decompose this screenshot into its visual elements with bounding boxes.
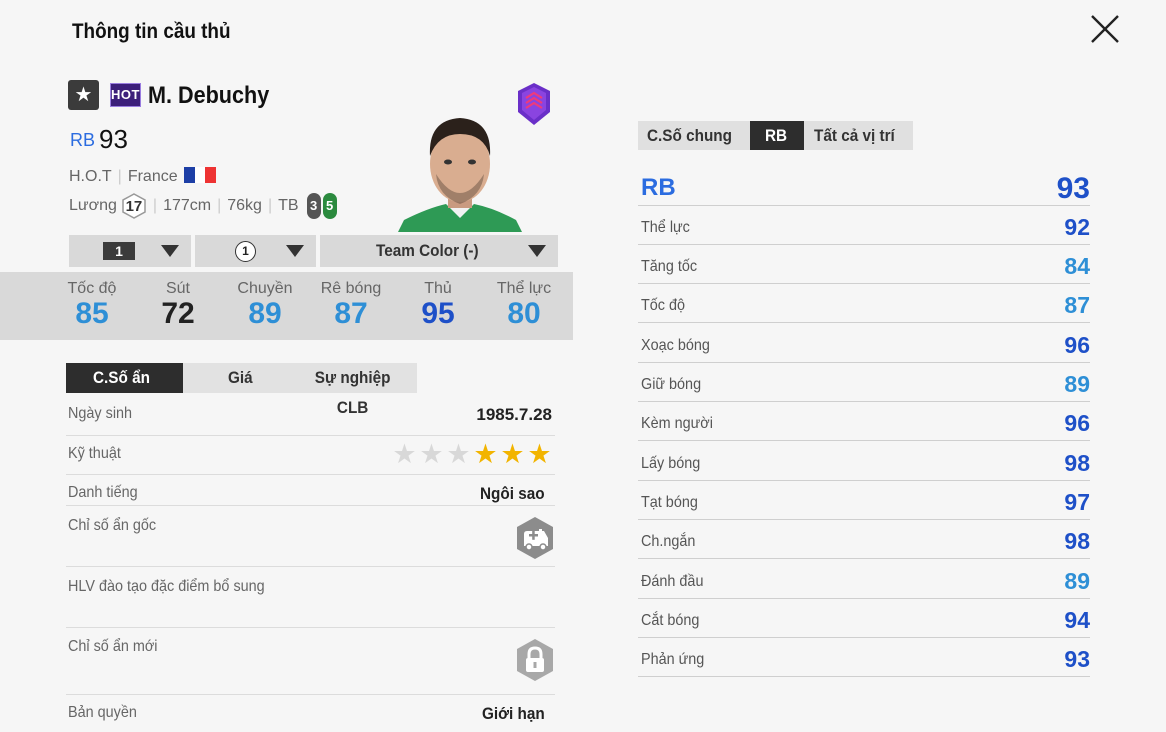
- attribute-row: Tạt bóng 97: [638, 481, 1090, 520]
- salary-label: Lương: [69, 197, 117, 214]
- star-icon: ★: [68, 80, 99, 110]
- tab-hidden-stats[interactable]: C.Số ẩn: [66, 363, 183, 393]
- summary-stat: Chuyền 89: [237, 280, 293, 330]
- player-portrait: [398, 118, 522, 232]
- attribute-row: Tốc độ 87: [638, 284, 1090, 323]
- chevron-down-icon: [528, 245, 546, 257]
- table-row: Chỉ số ẩn gốc: [66, 506, 555, 567]
- table-row: HLV đào tạo đặc điểm bổ sung: [66, 567, 555, 628]
- tab-all-positions[interactable]: Tất cả vị trí: [804, 121, 913, 150]
- chevron-down-icon: [161, 245, 179, 257]
- body-type: TB: [278, 197, 299, 214]
- table-row: Ngày sinh 1985.7.28: [66, 396, 555, 436]
- france-flag-icon: [183, 167, 216, 183]
- fame-value: Ngôi sao: [480, 484, 545, 503]
- player-physical-line: Lương 17 | 177cm | 76kg | TB 3 5: [69, 193, 337, 219]
- table-row: Chỉ số ẩn mới: [66, 628, 555, 695]
- license-label: Bản quyền: [68, 704, 137, 721]
- chevron-down-icon: [286, 245, 304, 257]
- page-title: Thông tin cầu thủ: [72, 20, 231, 43]
- tab-club-career[interactable]: Sự nghiệp CLB: [300, 363, 417, 417]
- player-info-line: H.O.T | France: [69, 167, 216, 186]
- lock-icon[interactable]: [515, 638, 555, 682]
- attribute-row: Giữ bóng 89: [638, 363, 1090, 402]
- position-rating-label: RB: [641, 174, 676, 201]
- salary-badge: 17: [121, 193, 147, 219]
- star-empty-icon: ★: [446, 439, 471, 469]
- right-foot-icon: 5: [322, 193, 337, 219]
- summary-stat: Thủ 95: [421, 280, 455, 330]
- star-filled-icon: ★: [527, 439, 552, 469]
- summary-stats-bar: Tốc độ 85 Sút 72 Chuyền 89 Rê bóng 87 Thủ 95 …: [0, 272, 573, 340]
- star-empty-icon: ★: [392, 439, 417, 469]
- nation-label: France: [127, 168, 178, 185]
- star-filled-icon: ★: [473, 439, 498, 469]
- info-tabs: C.Số ẩn Giá Sự nghiệp CLB: [66, 363, 417, 417]
- tab-rb[interactable]: RB: [750, 121, 804, 150]
- license-value: Giới hạn: [482, 704, 546, 723]
- skill-label: Kỹ thuật: [68, 445, 121, 462]
- summary-stat: Thể lực 80: [496, 280, 552, 330]
- summary-stat: Tốc độ 85: [67, 280, 117, 330]
- height-value: 177cm: [163, 197, 212, 214]
- tab-price[interactable]: Giá: [183, 363, 300, 393]
- season-badge: HOT: [110, 83, 141, 107]
- attribute-row: Thể lực 92: [638, 206, 1090, 245]
- player-position: RB: [70, 130, 96, 150]
- fame-label: Danh tiếng: [68, 484, 138, 501]
- attribute-row: Tăng tốc 84: [638, 245, 1090, 284]
- position-rating-row: RB 93: [638, 170, 1090, 206]
- birth-label: Ngày sinh: [68, 405, 133, 422]
- player-name: M. Debuchy: [148, 82, 270, 109]
- tab-general-stats[interactable]: C.Số chung: [638, 121, 750, 150]
- attribute-row: Xoạc bóng 96: [638, 324, 1090, 363]
- attribute-row: Cắt bóng 94: [638, 599, 1090, 638]
- attribute-row: Ch.ngắn 98: [638, 520, 1090, 559]
- level-dropdown[interactable]: 1: [69, 235, 191, 267]
- birth-value: 1985.7.28: [476, 405, 552, 424]
- new-traits-label: Chỉ số ẩn mới: [68, 638, 158, 655]
- position-rating-value: 93: [1056, 172, 1090, 205]
- close-icon: [1091, 15, 1119, 43]
- upgrade-dropdown[interactable]: 1: [195, 235, 316, 267]
- star-empty-icon: ★: [419, 439, 444, 469]
- position-tabs: C.Số chung RB Tất cả vị trí: [638, 121, 913, 150]
- season-label: H.O.T: [69, 168, 112, 185]
- ambulance-trait-icon[interactable]: [515, 516, 555, 560]
- coach-traits-label: HLV đào tạo đặc điểm bổ sung: [68, 578, 265, 595]
- attribute-row: Phản ứng 93: [638, 638, 1090, 677]
- table-row: Kỹ thuật ★ ★ ★ ★ ★ ★: [66, 436, 555, 475]
- attribute-row: Đánh đầu 89: [638, 560, 1090, 599]
- summary-stat: Rê bóng 87: [320, 280, 382, 330]
- left-foot-icon: 3: [306, 193, 321, 219]
- skill-stars: ★ ★ ★ ★ ★ ★: [391, 440, 553, 468]
- attribute-row: Lấy bóng 98: [638, 442, 1090, 481]
- star-filled-icon: ★: [500, 439, 525, 469]
- close-button[interactable]: [1088, 12, 1122, 46]
- table-row: Danh tiếng Ngôi sao: [66, 475, 555, 506]
- orig-traits-label: Chỉ số ẩn gốc: [68, 517, 157, 534]
- player-overall: 93: [99, 124, 128, 154]
- summary-stat: Sút 72: [161, 280, 195, 330]
- team-color-dropdown[interactable]: Team Color (-): [320, 235, 558, 267]
- attribute-row: Kèm người 96: [638, 402, 1090, 441]
- position-overall: RB 93: [70, 124, 128, 155]
- table-row: Bản quyền Giới hạn: [66, 695, 555, 732]
- weak-foot-indicator: 3 5: [306, 193, 337, 219]
- weight-value: 76kg: [227, 197, 262, 214]
